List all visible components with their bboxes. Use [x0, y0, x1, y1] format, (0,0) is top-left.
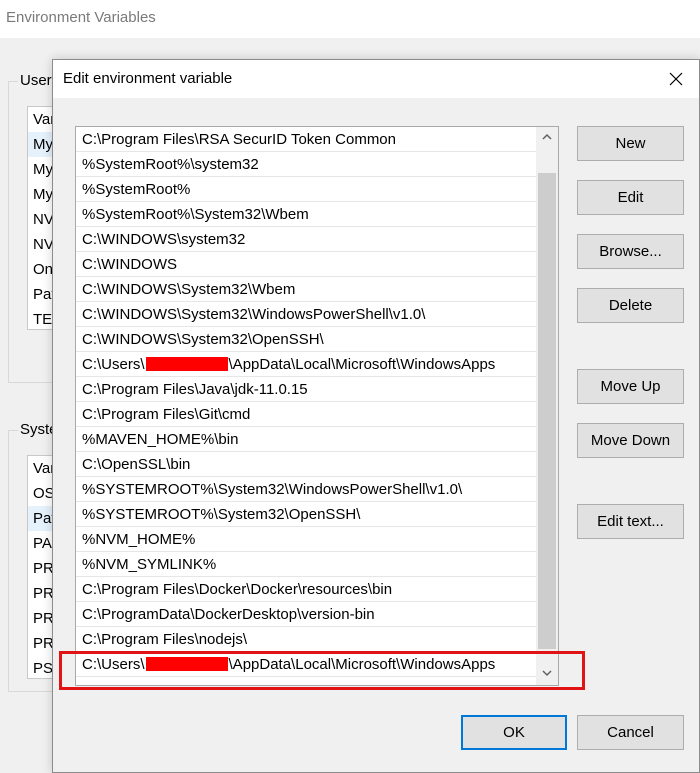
dialog-titlebar: Edit environment variable — [53, 60, 699, 98]
path-text: C:\Program Files\nodejs\ — [82, 631, 248, 648]
browse-button[interactable]: Browse... — [577, 234, 684, 269]
edit-button[interactable]: Edit — [577, 180, 684, 215]
path-entry[interactable]: C:\OpenSSL\bin — [76, 452, 536, 477]
chevron-up-icon — [542, 133, 552, 140]
path-entry[interactable]: C:\WINDOWS\system32 — [76, 227, 536, 252]
path-text: %SystemRoot% — [82, 181, 191, 198]
path-entry[interactable]: C:\Program Files\Java\jdk-11.0.15 — [76, 377, 536, 402]
path-text: C:\Program Files\Docker\Docker\resources… — [82, 581, 393, 598]
path-text: C:\WINDOWS\System32\WindowsPowerShell\v1… — [82, 306, 426, 323]
path-text: C:\Program Files\Java\jdk-11.0.15 — [82, 381, 308, 398]
edit-environment-variable-dialog: Edit environment variable C:\Program Fil… — [52, 59, 700, 773]
path-entry[interactable]: C:\Program Files\Git\cmd — [76, 402, 536, 427]
path-text: %SYSTEMROOT%\System32\WindowsPowerShell\… — [82, 481, 463, 498]
path-entry[interactable]: C:\Users\ \AppData\Local\Microsoft\Window… — [76, 352, 536, 377]
path-entry[interactable]: %MAVEN_HOME%\bin — [76, 427, 536, 452]
ok-button[interactable]: OK — [461, 715, 567, 750]
path-entry[interactable]: C:\Program Files\Docker\Docker\resources… — [76, 577, 536, 602]
path-entry[interactable]: C:\Users\ \AppData\Local\Microsoft\Window… — [76, 652, 536, 677]
path-entry[interactable]: C:\ProgramData\DockerDesktop\version-bin — [76, 602, 536, 627]
edit-text-button[interactable]: Edit text... — [577, 504, 684, 539]
path-entry[interactable]: %NVM_HOME% — [76, 527, 536, 552]
user-variables-label: User — [18, 72, 54, 89]
path-text: C:\WINDOWS\System32\OpenSSH\ — [82, 331, 324, 348]
path-list[interactable]: C:\Program Files\RSA SecurID Token Commo… — [75, 126, 559, 686]
delete-button[interactable]: Delete — [577, 288, 684, 323]
scroll-down-button[interactable] — [536, 663, 558, 685]
path-entry[interactable]: %SYSTEMROOT%\System32\OpenSSH\ — [76, 502, 536, 527]
path-text: %MAVEN_HOME%\bin — [82, 431, 239, 448]
close-icon — [669, 72, 683, 86]
path-entry[interactable]: %SystemRoot%\System32\Wbem — [76, 202, 536, 227]
path-text: C:\ProgramData\DockerDesktop\version-bin — [82, 606, 375, 623]
vertical-scrollbar[interactable] — [536, 127, 558, 685]
path-text: C:\Program Files\Git\cmd — [82, 406, 251, 423]
bg-window-title: Environment Variables — [6, 9, 156, 26]
path-entry[interactable]: %SYSTEMROOT%\System32\WindowsPowerShell\… — [76, 477, 536, 502]
path-text: C:\Program Files\RSA SecurID Token Commo… — [82, 131, 396, 148]
scroll-up-button[interactable] — [536, 127, 558, 149]
path-text: C:\Users\ — [82, 656, 145, 673]
path-text: C:\WINDOWS\System32\Wbem — [82, 281, 296, 298]
path-entry[interactable]: C:\Program Files\nodejs\ — [76, 627, 536, 652]
path-text: C:\WINDOWS\system32 — [82, 231, 246, 248]
new-button[interactable]: New — [577, 126, 684, 161]
path-entry[interactable]: %SystemRoot%\system32 — [76, 152, 536, 177]
path-rows: C:\Program Files\RSA SecurID Token Commo… — [76, 127, 536, 677]
path-text: %NVM_HOME% — [82, 531, 196, 548]
path-entry[interactable]: C:\WINDOWS\System32\WindowsPowerShell\v1… — [76, 302, 536, 327]
path-text-suffix: \AppData\Local\Microsoft\WindowsApps — [228, 656, 496, 673]
dialog-title: Edit environment variable — [63, 70, 233, 87]
cancel-button[interactable]: Cancel — [577, 715, 684, 750]
close-button[interactable] — [661, 64, 691, 94]
path-text: %NVM_SYMLINK% — [82, 556, 217, 573]
redaction-mark — [145, 356, 228, 371]
path-entry[interactable]: C:\Program Files\RSA SecurID Token Commo… — [76, 127, 536, 152]
path-text: %SystemRoot%\system32 — [82, 156, 259, 173]
path-entry[interactable]: %SystemRoot% — [76, 177, 536, 202]
move-down-button[interactable]: Move Down — [577, 423, 684, 458]
redaction-mark — [145, 656, 228, 671]
path-entry[interactable]: C:\WINDOWS — [76, 252, 536, 277]
scrollbar-thumb[interactable] — [538, 173, 556, 649]
path-text-suffix: \AppData\Local\Microsoft\WindowsApps — [228, 356, 496, 373]
path-text: %SYSTEMROOT%\System32\OpenSSH\ — [82, 506, 361, 523]
path-entry[interactable]: C:\WINDOWS\System32\Wbem — [76, 277, 536, 302]
bg-titlebar: Environment Variables — [0, 0, 700, 38]
path-text: C:\Users\ — [82, 356, 145, 373]
path-text: C:\OpenSSL\bin — [82, 456, 191, 473]
move-up-button[interactable]: Move Up — [577, 369, 684, 404]
chevron-down-icon — [542, 670, 552, 677]
path-text: C:\WINDOWS — [82, 256, 177, 273]
path-text: %SystemRoot%\System32\Wbem — [82, 206, 309, 223]
path-entry[interactable]: C:\WINDOWS\System32\OpenSSH\ — [76, 327, 536, 352]
path-entry[interactable]: %NVM_SYMLINK% — [76, 552, 536, 577]
